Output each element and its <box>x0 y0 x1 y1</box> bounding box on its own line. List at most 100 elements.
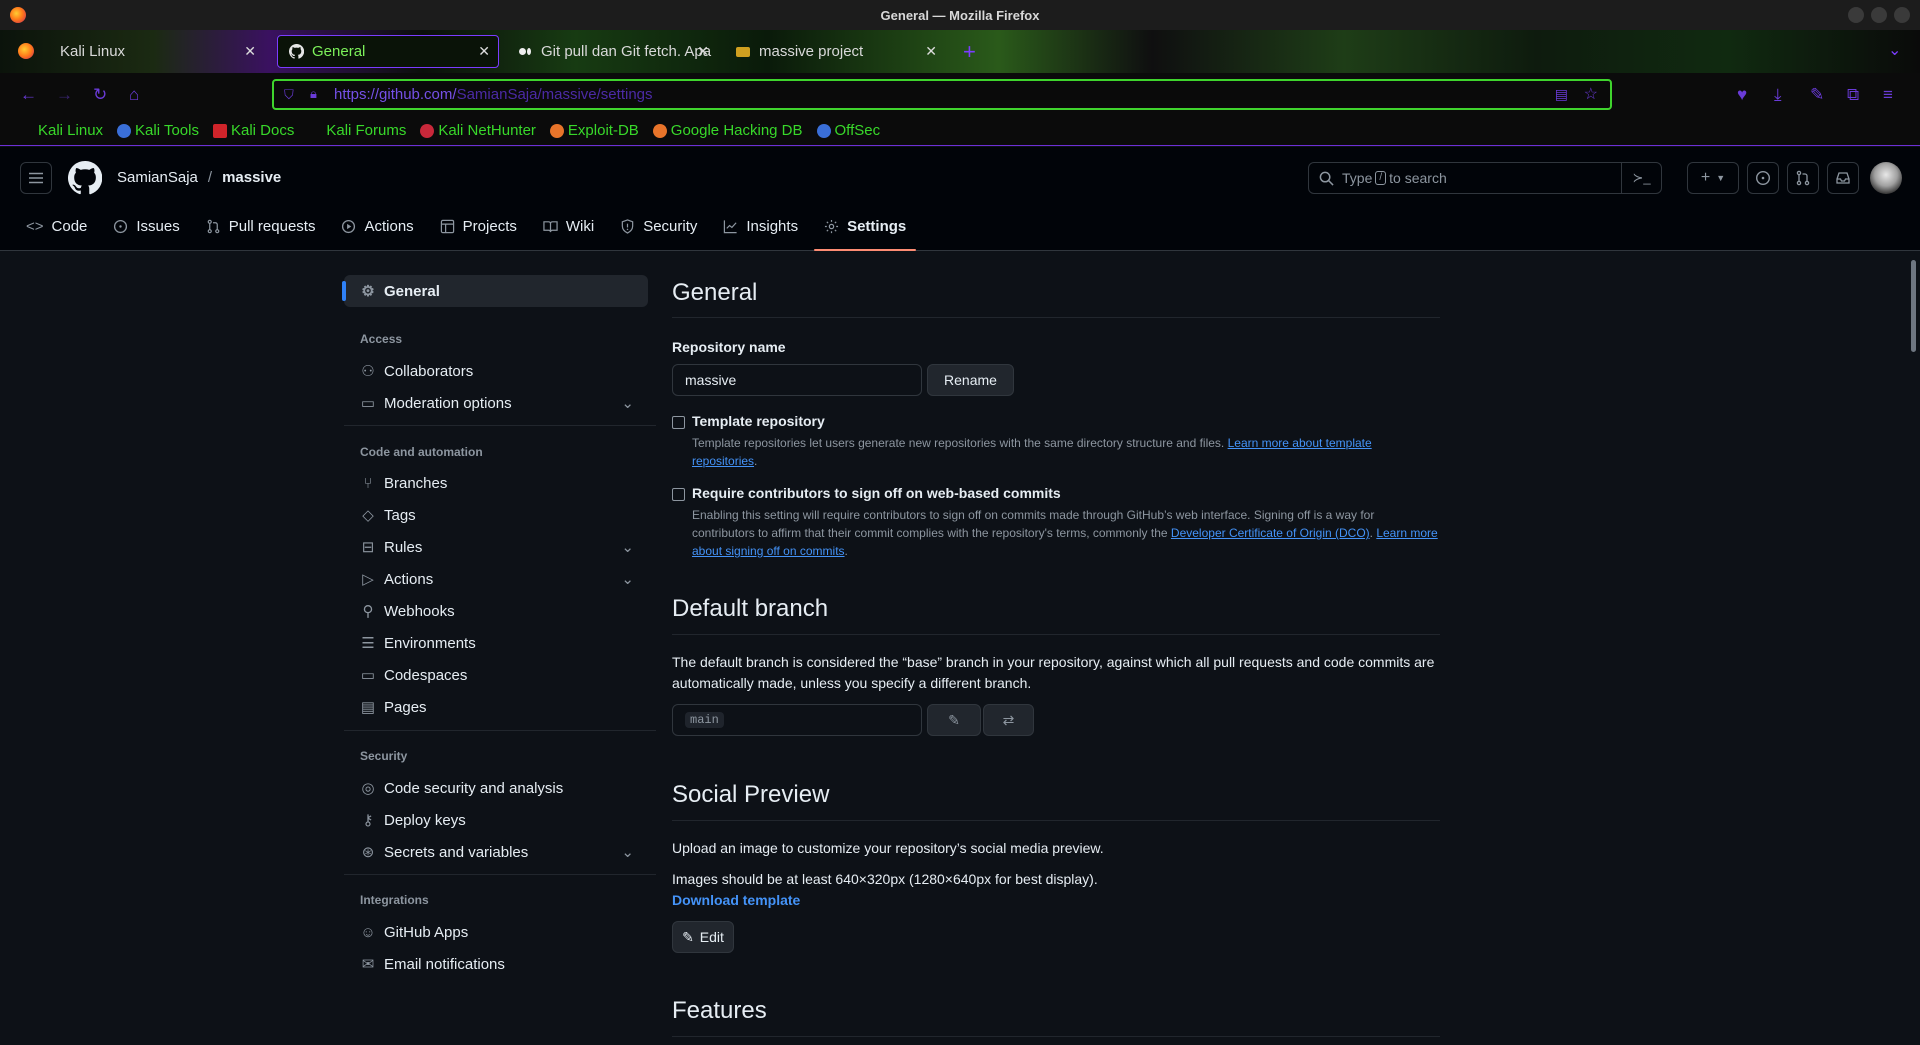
sidebar-item-deploy-keys[interactable]: ⚷ Deploy keys <box>344 804 648 836</box>
maximize-window-button[interactable] <box>1871 7 1887 23</box>
close-tab-icon[interactable]: ✕ <box>925 43 937 60</box>
tab-issues[interactable]: Issues <box>103 202 189 250</box>
tab-settings[interactable]: Settings <box>814 202 917 251</box>
sidebar-item-label: Tags <box>384 506 416 524</box>
scrollbar-thumb[interactable] <box>1911 260 1916 352</box>
tab-pull-requests[interactable]: Pull requests <box>196 202 326 250</box>
address-bar[interactable]: ⛉ 🔒︎ https://github.com/SamianSaja/massi… <box>272 79 1612 110</box>
edit-label: Edit <box>699 929 724 945</box>
forward-arrow-icon[interactable]: → <box>56 85 73 105</box>
tab-label: Git pull dan Git fetch. Apa <box>541 43 712 60</box>
signoff-checkbox[interactable] <box>672 488 685 501</box>
sidebar-item-code-security[interactable]: ◎ Code security and analysis <box>344 772 648 804</box>
rename-button[interactable]: Rename <box>927 364 1014 396</box>
template-repository-checkbox[interactable] <box>672 416 685 429</box>
sidebar-item-branches[interactable]: ⑂ Branches <box>344 467 648 499</box>
browser-tab-general[interactable]: General ✕ <box>277 35 499 68</box>
close-tab-icon[interactable]: ✕ <box>244 43 256 60</box>
sidebar-item-general[interactable]: ⚙ General <box>342 275 648 307</box>
bookmark-google-hacking-db[interactable]: Google Hacking DB <box>652 122 803 139</box>
page-scrollbar[interactable] <box>1908 252 1920 1045</box>
browser-tab-massive-project[interactable]: massive project ✕ <box>725 35 945 68</box>
sidebar-item-label: Code security and analysis <box>384 779 564 797</box>
sidebar-item-tags[interactable]: ◇ Tags <box>344 499 648 531</box>
inbox-button[interactable] <box>1827 162 1859 194</box>
url-text[interactable]: https://github.com/SamianSaja/massive/se… <box>334 86 653 103</box>
download-template-link[interactable]: Download template <box>672 892 800 908</box>
bookmark-kali-linux[interactable]: Kali Linux <box>20 122 103 139</box>
bookmark-offsec[interactable]: OffSec <box>816 122 880 139</box>
sidebar-item-environments[interactable]: ☰ Environments <box>344 627 648 659</box>
sidebar-item-github-apps[interactable]: ☺ GitHub Apps <box>344 916 648 948</box>
close-tab-icon[interactable]: ✕ <box>478 43 490 60</box>
close-tab-icon[interactable]: ✕ <box>697 43 709 60</box>
command-palette-icon[interactable]: ≻_ <box>1621 163 1661 193</box>
bookmark-kali-tools[interactable]: Kali Tools <box>117 122 199 139</box>
learn-more-signoff-link-cont[interactable]: about signing off on commits <box>692 544 845 558</box>
reader-view-icon[interactable]: ▤ <box>1555 86 1568 103</box>
user-avatar[interactable] <box>1870 162 1902 194</box>
create-new-button[interactable]: + ▼ <box>1687 162 1739 194</box>
repository-name-input[interactable]: massive <box>672 364 922 396</box>
sidebar-item-actions[interactable]: ▷ Actions ⌄ <box>344 563 648 595</box>
learn-more-template-link-cont[interactable]: repositories <box>692 454 754 468</box>
reload-icon[interactable]: ↻ <box>93 85 107 105</box>
eyedropper-icon[interactable]: ✎ <box>1810 85 1824 105</box>
bookmark-kali-forums[interactable]: Kali Forums <box>308 122 406 139</box>
learn-more-signoff-link[interactable]: Learn more <box>1376 526 1437 540</box>
pull-requests-button[interactable] <box>1787 162 1819 194</box>
tab-security[interactable]: Security <box>610 202 707 250</box>
sidebar-heading-code-automation: Code and automation <box>360 445 483 459</box>
hamburger-menu-button[interactable] <box>20 162 52 194</box>
firefox-view-icon[interactable] <box>18 43 34 59</box>
search-input[interactable]: Type / to search ≻_ <box>1308 162 1662 194</box>
bookmark-kali-nethunter[interactable]: Kali NetHunter <box>420 122 536 139</box>
edit-social-preview-button[interactable]: ✎ Edit <box>672 921 734 953</box>
learn-more-template-link[interactable]: Learn more about template <box>1228 436 1372 450</box>
repo-owner-link[interactable]: SamianSaja <box>117 169 198 186</box>
sidebar-item-moderation-options[interactable]: ▭ Moderation options ⌄ <box>344 387 648 419</box>
back-arrow-icon[interactable]: ← <box>20 85 37 105</box>
pocket-icon[interactable]: ♥ <box>1737 85 1747 105</box>
switch-default-branch-button[interactable]: ⇄ <box>983 704 1034 736</box>
repo-name-link[interactable]: massive <box>222 169 281 186</box>
project-favicon-icon <box>735 44 751 60</box>
github-logo-icon[interactable] <box>68 161 102 195</box>
browser-tab-kali-linux[interactable]: Kali Linux ✕ <box>50 35 264 68</box>
downloads-icon[interactable]: ⤓ <box>1774 85 1782 105</box>
dco-link[interactable]: Developer Certificate of Origin (DCO) <box>1171 526 1370 540</box>
issues-button[interactable] <box>1747 162 1779 194</box>
sidebar-item-collaborators[interactable]: ⚇ Collaborators <box>344 355 648 387</box>
tab-insights[interactable]: Insights <box>713 202 808 250</box>
minimize-window-button[interactable] <box>1848 7 1864 23</box>
bookmark-kali-docs[interactable]: Kali Docs <box>212 122 294 139</box>
browser-tab-git-pull[interactable]: Git pull dan Git fetch. Apa ✕ <box>507 35 717 68</box>
sidebar-item-codespaces[interactable]: ▭ Codespaces <box>344 659 648 691</box>
sidebar-item-webhooks[interactable]: ⚲ Webhooks <box>344 595 648 627</box>
sidebar-item-email-notifications[interactable]: ✉ Email notifications <box>344 948 648 980</box>
tracking-shield-icon[interactable]: ⛉ <box>284 87 294 103</box>
sidebar-item-rules[interactable]: ⊟ Rules ⌄ <box>344 531 648 563</box>
list-all-tabs-chevron-icon[interactable]: ⌄ <box>1888 40 1901 60</box>
tab-label: Actions <box>364 217 414 235</box>
app-menu-icon[interactable]: ≡ <box>1883 85 1893 105</box>
lock-icon[interactable]: 🔒︎ <box>310 86 317 102</box>
tab-label: Pull requests <box>228 217 316 235</box>
bookmark-label: Kali Forums <box>326 122 407 139</box>
bookmark-exploit-db[interactable]: Exploit-DB <box>549 122 639 139</box>
home-icon[interactable]: ⌂ <box>129 85 139 105</box>
hamburger-icon <box>29 172 43 184</box>
close-window-button[interactable] <box>1894 7 1910 23</box>
extensions-icon[interactable]: ⧉ <box>1847 85 1859 105</box>
sidebar-item-label: Environments <box>384 634 476 652</box>
sidebar-item-pages[interactable]: ▤ Pages <box>344 691 648 723</box>
sidebar-item-secrets-variables[interactable]: ⊛ Secrets and variables ⌄ <box>344 836 648 868</box>
sidebar-heading-integrations: Integrations <box>360 893 429 907</box>
tab-projects[interactable]: Projects <box>430 202 527 250</box>
tab-code[interactable]: <> Code <box>16 202 97 250</box>
new-tab-plus-icon[interactable]: + <box>963 39 976 65</box>
bookmark-star-icon[interactable]: ☆ <box>1584 84 1598 104</box>
tab-actions[interactable]: Actions <box>331 202 423 250</box>
rename-branch-button[interactable]: ✎ <box>927 704 981 736</box>
tab-wiki[interactable]: Wiki <box>533 202 604 250</box>
